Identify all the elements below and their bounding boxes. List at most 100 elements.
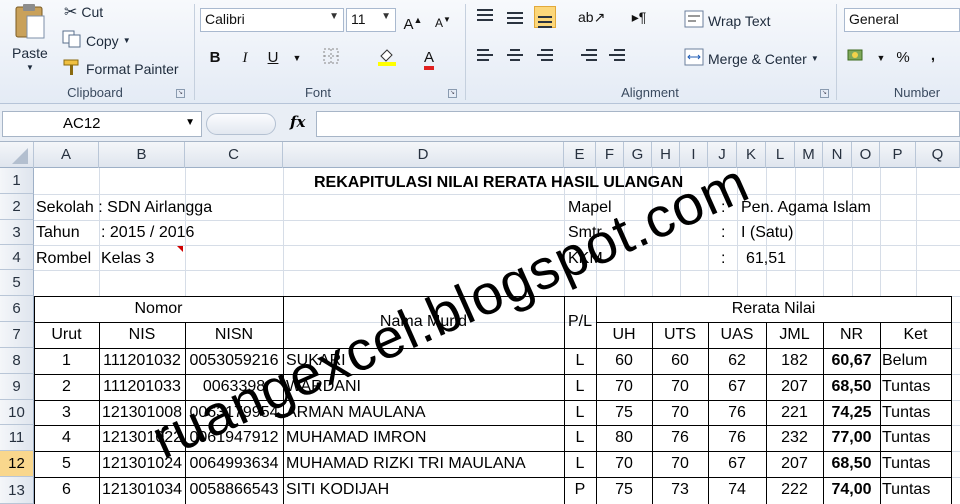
cell-nama[interactable]: ARMAN MAULANA <box>286 400 564 425</box>
fill-color-button[interactable] <box>376 47 398 69</box>
row-header[interactable]: 9 <box>0 374 34 400</box>
cell-uts[interactable]: 60 <box>652 348 708 373</box>
cut-button[interactable]: ✂ Cut <box>64 2 103 22</box>
worksheet-grid[interactable]: ABCDEFGHIJKLMNOPQ 1 2 3 4 5 6 7 8 9 10 11 12 13 REKA… <box>0 142 960 504</box>
italic-button[interactable]: I <box>234 47 256 69</box>
copy-button[interactable]: Copy ▼ <box>62 30 131 51</box>
cell-jml[interactable]: 232 <box>766 425 823 450</box>
font-name-combo[interactable]: Calibri ▼ <box>200 8 344 32</box>
cell-ket[interactable]: Tuntas <box>882 400 951 425</box>
bold-button[interactable]: B <box>204 47 226 69</box>
cell-pl[interactable]: L <box>564 451 596 476</box>
row-header[interactable]: 11 <box>0 425 34 451</box>
cell-jml[interactable]: 207 <box>766 374 823 399</box>
cell-urut[interactable]: 2 <box>34 374 99 399</box>
cell-jml[interactable]: 222 <box>766 477 823 502</box>
cell-pl[interactable]: L <box>564 400 596 425</box>
column-header[interactable]: P <box>880 142 916 168</box>
formula-bar-expander[interactable] <box>206 113 276 135</box>
cell-jml[interactable]: 182 <box>766 348 823 373</box>
paste-button[interactable]: Paste ▼ <box>12 2 48 72</box>
cell-nama[interactable]: MUHAMAD IMRON <box>286 425 564 450</box>
cell-ket[interactable]: Belum <box>882 348 951 373</box>
cell-pl[interactable]: L <box>564 374 596 399</box>
cell-nr[interactable]: 68,50 <box>823 451 880 476</box>
rtl-button[interactable]: ▸¶ <box>628 6 650 28</box>
percent-button[interactable]: % <box>892 47 914 69</box>
cell-nis[interactable]: 111201032 <box>99 348 185 373</box>
decrease-indent-button[interactable] <box>578 46 600 68</box>
cell-nama[interactable]: MUHAMAD RIZKI TRI MAULANA <box>286 451 564 476</box>
borders-button[interactable] <box>320 47 342 69</box>
cell-urut[interactable]: 4 <box>34 425 99 450</box>
orientation-button[interactable]: ab↗ <box>578 6 605 28</box>
cell-ket[interactable]: Tuntas <box>882 425 951 450</box>
cell-urut[interactable]: 6 <box>34 477 99 502</box>
cell-uts[interactable]: 73 <box>652 477 708 502</box>
insert-function-button[interactable]: fx <box>290 113 305 131</box>
column-header[interactable]: Q <box>916 142 960 168</box>
dialog-launcher-icon[interactable]: ↘ <box>448 89 457 98</box>
align-top-button[interactable] <box>474 6 496 28</box>
select-all-corner[interactable] <box>0 142 34 168</box>
column-header[interactable]: N <box>823 142 852 168</box>
column-header[interactable]: F <box>596 142 624 168</box>
cell-pl[interactable]: L <box>564 425 596 450</box>
cell-ket[interactable]: Tuntas <box>882 374 951 399</box>
column-header[interactable]: A <box>34 142 99 168</box>
cell-jml[interactable]: 207 <box>766 451 823 476</box>
cell-uh[interactable]: 70 <box>596 451 652 476</box>
row-header[interactable]: 12 <box>0 451 34 477</box>
cell-nr[interactable]: 68,50 <box>823 374 880 399</box>
font-color-button[interactable]: A <box>418 47 440 70</box>
cell-nr[interactable]: 77,00 <box>823 425 880 450</box>
row-header[interactable]: 2 <box>0 194 34 220</box>
name-box[interactable]: AC12 ▼ <box>2 111 202 137</box>
wrap-text-button[interactable]: Wrap Text <box>684 10 771 31</box>
cell-pl[interactable]: P <box>564 477 596 502</box>
cell-pl[interactable]: L <box>564 348 596 373</box>
align-middle-button[interactable] <box>504 6 526 28</box>
row-header[interactable]: 4 <box>0 245 34 270</box>
align-bottom-button[interactable] <box>534 6 556 28</box>
cell-uh[interactable]: 70 <box>596 374 652 399</box>
comment-indicator[interactable] <box>177 246 183 252</box>
cell-uas[interactable]: 67 <box>708 451 766 476</box>
comma-style-button[interactable]: , <box>922 45 944 67</box>
cell-nama[interactable]: SITI KODIJAH <box>286 477 564 502</box>
cell-urut[interactable]: 3 <box>34 400 99 425</box>
column-header[interactable]: C <box>185 142 283 168</box>
row-header[interactable]: 3 <box>0 220 34 245</box>
number-format-combo[interactable]: General <box>844 8 960 32</box>
accounting-dropdown[interactable]: ▼ <box>870 47 892 69</box>
merge-center-button[interactable]: Merge & Center ▼ <box>684 48 819 69</box>
column-header[interactable]: L <box>766 142 795 168</box>
dialog-launcher-icon[interactable]: ↘ <box>820 89 829 98</box>
cell-nr[interactable]: 60,67 <box>823 348 880 373</box>
column-header[interactable]: G <box>624 142 652 168</box>
underline-dropdown[interactable]: ▼ <box>286 47 308 69</box>
cell-uas[interactable]: 62 <box>708 348 766 373</box>
cell-uas[interactable]: 74 <box>708 477 766 502</box>
cell-nis[interactable]: 111201033 <box>99 374 185 399</box>
row-header[interactable]: 8 <box>0 348 34 374</box>
cell-nr[interactable]: 74,25 <box>823 400 880 425</box>
cell-uh[interactable]: 80 <box>596 425 652 450</box>
cell-jml[interactable]: 221 <box>766 400 823 425</box>
column-header[interactable]: M <box>795 142 823 168</box>
cell-urut[interactable]: 1 <box>34 348 99 373</box>
dialog-launcher-icon[interactable]: ↘ <box>176 89 185 98</box>
cell-urut[interactable]: 5 <box>34 451 99 476</box>
cell-uas[interactable]: 67 <box>708 374 766 399</box>
cell-uts[interactable]: 70 <box>652 374 708 399</box>
align-center-button[interactable] <box>504 46 526 68</box>
cell-nr[interactable]: 74,00 <box>823 477 880 502</box>
cell-uh[interactable]: 60 <box>596 348 652 373</box>
grow-font-button[interactable]: A▲ <box>402 9 424 33</box>
column-header[interactable]: E <box>564 142 596 168</box>
column-header[interactable]: H <box>652 142 680 168</box>
cell-uts[interactable]: 70 <box>652 400 708 425</box>
row-header[interactable]: 5 <box>0 270 34 296</box>
column-header[interactable]: K <box>737 142 766 168</box>
format-painter-button[interactable]: Format Painter <box>62 58 179 79</box>
